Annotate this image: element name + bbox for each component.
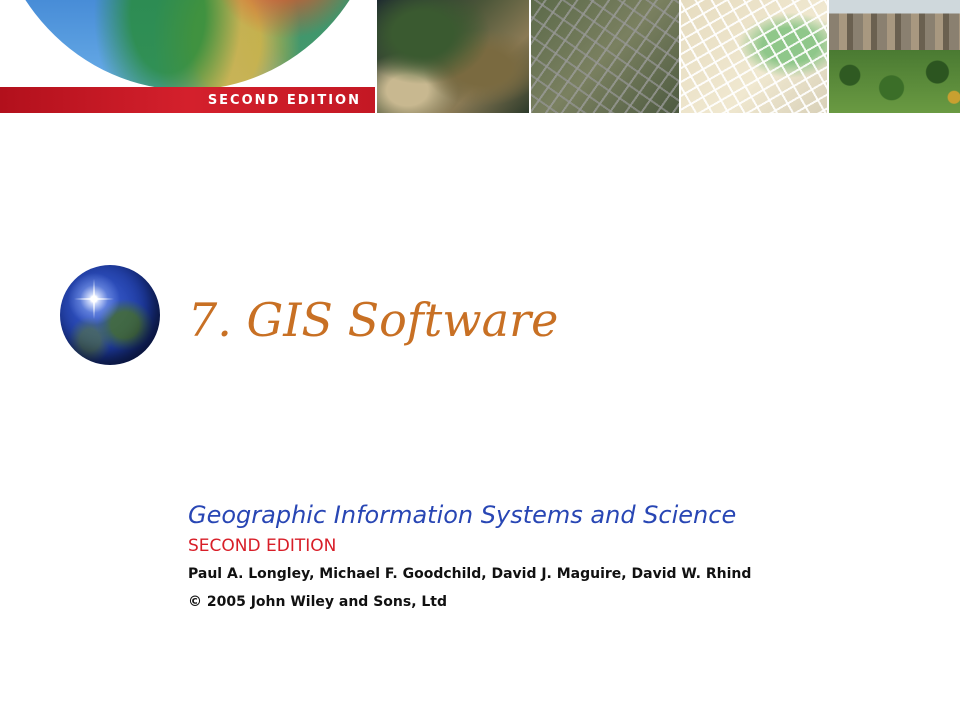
book-info: Geographic Information Systems and Scien…	[188, 498, 948, 616]
light-flare	[93, 279, 95, 319]
book-copyright: © 2005 John Wiley and Sons, Ltd	[188, 594, 448, 610]
3d-city-model-image	[827, 0, 960, 113]
globe-banner-image: SECOND EDITION	[0, 0, 375, 113]
globe-icon	[60, 265, 160, 365]
slide-title: 7. GIS Software	[188, 293, 559, 347]
city-aerial-image	[529, 0, 679, 113]
earth-globe-image	[0, 0, 375, 90]
edition-strip: SECOND EDITION	[0, 87, 375, 113]
book-title: Geographic Information Systems and Scien…	[188, 501, 737, 529]
satellite-image	[375, 0, 529, 113]
header-banner: SECOND EDITION	[0, 0, 960, 113]
banner-edition-label: SECOND EDITION	[207, 92, 361, 108]
book-authors: Paul A. Longley, Michael F. Goodchild, D…	[188, 566, 752, 582]
book-edition: SECOND EDITION	[188, 536, 337, 556]
street-map-image	[679, 0, 827, 113]
